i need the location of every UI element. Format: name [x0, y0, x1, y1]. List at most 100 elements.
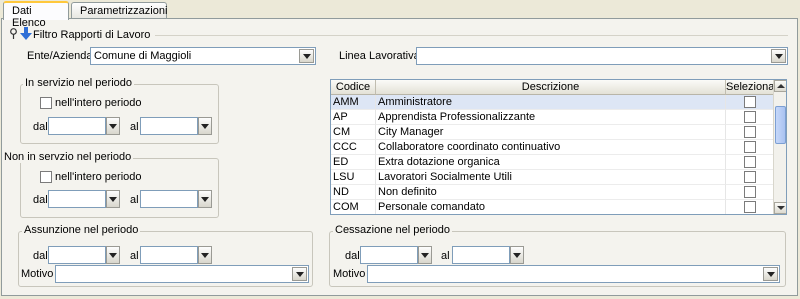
table-row[interactable]: COM Personale comandato [331, 200, 774, 214]
date-field[interactable] [140, 117, 198, 135]
assunzione-motivo-label: Motivo [21, 268, 54, 280]
cessazione-dal-label: dal [345, 250, 360, 262]
cell-codice: ND [331, 185, 376, 200]
non-in-servizio-intero-label: nell'intero periodo [55, 171, 142, 183]
scroll-up-icon[interactable] [774, 80, 786, 92]
cell-codice: AP [331, 110, 376, 125]
cell-descrizione: Non definito [376, 185, 726, 200]
tab-label: Dati Elenco [12, 5, 46, 29]
cell-codice: AMM [331, 95, 376, 110]
group-title: Cessazione nel periodo [333, 224, 452, 236]
chevron-down-icon[interactable] [418, 246, 432, 264]
chevron-down-icon[interactable] [198, 190, 212, 208]
ente-value: Comune di Maggioli [94, 50, 192, 62]
in-servizio-intero-label: nell'intero periodo [55, 97, 142, 109]
chevron-down-icon[interactable] [763, 267, 778, 281]
linea-label: Linea Lavorativa [339, 50, 420, 62]
assunzione-al-date[interactable] [140, 246, 212, 264]
ente-select[interactable]: Comune di Maggioli [90, 47, 316, 65]
rapporti-table: Codice Descrizione Seleziona AMM Amminist… [330, 79, 787, 215]
column-header-seleziona[interactable]: Seleziona [726, 80, 774, 95]
date-field[interactable] [452, 246, 510, 264]
assunzione-al-label: al [130, 250, 139, 262]
chevron-down-icon[interactable] [771, 49, 786, 63]
group-title: In servizio nel periodo [23, 77, 135, 89]
chevron-down-icon[interactable] [292, 267, 307, 281]
cell-codice: CM [331, 125, 376, 140]
cell-codice: COM [331, 200, 376, 214]
chevron-down-icon[interactable] [510, 246, 524, 264]
assunzione-dal-date[interactable] [48, 246, 120, 264]
scroll-thumb[interactable] [775, 106, 786, 144]
row-select-checkbox[interactable] [744, 171, 756, 183]
date-field[interactable] [360, 246, 418, 264]
chevron-down-icon[interactable] [106, 190, 120, 208]
in-servizio-al-date[interactable] [140, 117, 212, 135]
in-servizio-group: In servizio nel periodo [20, 77, 219, 144]
non-in-servizio-al-date[interactable] [140, 190, 212, 208]
table-row[interactable]: CM City Manager [331, 125, 774, 140]
table-row[interactable]: ED Extra dotazione organica [331, 155, 774, 170]
non-in-servizio-intero-checkbox[interactable] [40, 171, 52, 183]
cell-descrizione: Amministratore [376, 95, 726, 110]
group-title: Non in servzio nel periodo [2, 151, 134, 163]
chevron-down-icon[interactable] [198, 117, 212, 135]
row-select-checkbox[interactable] [744, 141, 756, 153]
cessazione-motivo-select[interactable] [367, 265, 780, 283]
linea-select[interactable] [416, 47, 788, 65]
table-row[interactable]: LSU Lavoratori Socialmente Utili [331, 170, 774, 185]
chevron-down-icon[interactable] [106, 246, 120, 264]
cell-descrizione: City Manager [376, 125, 726, 140]
non-in-servizio-al-label: al [130, 194, 139, 206]
date-field[interactable] [48, 117, 106, 135]
table-row[interactable]: AMM Amministratore [331, 95, 774, 110]
cell-descrizione: Lavoratori Socialmente Utili [376, 170, 726, 185]
ente-label: Ente/Azienda [27, 50, 93, 62]
filter-title: Filtro Rapporti di Lavoro [33, 29, 151, 41]
cell-descrizione: Collaboratore coordinato continuativo [376, 140, 726, 155]
row-select-checkbox[interactable] [744, 156, 756, 168]
pin-icon[interactable] [9, 28, 18, 40]
chevron-down-icon[interactable] [299, 49, 314, 63]
row-select-checkbox[interactable] [744, 186, 756, 198]
cell-descrizione: Extra dotazione organica [376, 155, 726, 170]
row-select-checkbox[interactable] [744, 111, 756, 123]
row-select-checkbox[interactable] [744, 126, 756, 138]
column-header-codice[interactable]: Codice [331, 80, 376, 95]
table-scrollbar[interactable] [773, 80, 786, 214]
table-row[interactable]: CCC Collaboratore coordinato continuativo [331, 140, 774, 155]
group-title: Assunzione nel periodo [22, 224, 141, 236]
column-header-descrizione[interactable]: Descrizione [376, 80, 726, 95]
assunzione-dal-label: dal [33, 250, 48, 262]
cell-descrizione: Personale comandato [376, 200, 726, 214]
chevron-down-icon[interactable] [198, 246, 212, 264]
row-select-checkbox[interactable] [744, 96, 756, 108]
in-servizio-intero-checkbox[interactable] [40, 97, 52, 109]
cessazione-dal-date[interactable] [360, 246, 432, 264]
cessazione-al-label: al [441, 250, 450, 262]
tab-parametrizzazioni[interactable]: Parametrizzazioni [71, 2, 167, 19]
cessazione-al-date[interactable] [452, 246, 524, 264]
non-in-servizio-dal-label: dal [33, 194, 48, 206]
scroll-down-icon[interactable] [774, 202, 786, 214]
date-field[interactable] [48, 190, 106, 208]
tab-dati-elenco[interactable]: Dati Elenco [3, 1, 69, 29]
cessazione-motivo-label: Motivo [333, 268, 366, 280]
table-row[interactable]: ND Non definito [331, 185, 774, 200]
table-row[interactable]: AP Apprendista Professionalizzante [331, 110, 774, 125]
date-field[interactable] [140, 190, 198, 208]
table-header: Codice Descrizione Seleziona [331, 80, 774, 95]
in-servizio-al-label: al [130, 121, 139, 133]
date-field[interactable] [48, 246, 106, 264]
in-servizio-dal-label: dal [33, 121, 48, 133]
in-servizio-dal-date[interactable] [48, 117, 120, 135]
filter-divider [155, 35, 788, 36]
row-select-checkbox[interactable] [744, 201, 756, 213]
non-in-servizio-dal-date[interactable] [48, 190, 120, 208]
cell-codice: LSU [331, 170, 376, 185]
date-field[interactable] [140, 246, 198, 264]
assunzione-motivo-select[interactable] [55, 265, 309, 283]
non-in-servizio-group: Non in servzio nel periodo [2, 151, 219, 218]
tab-label: Parametrizzazioni [80, 5, 168, 17]
chevron-down-icon[interactable] [106, 117, 120, 135]
